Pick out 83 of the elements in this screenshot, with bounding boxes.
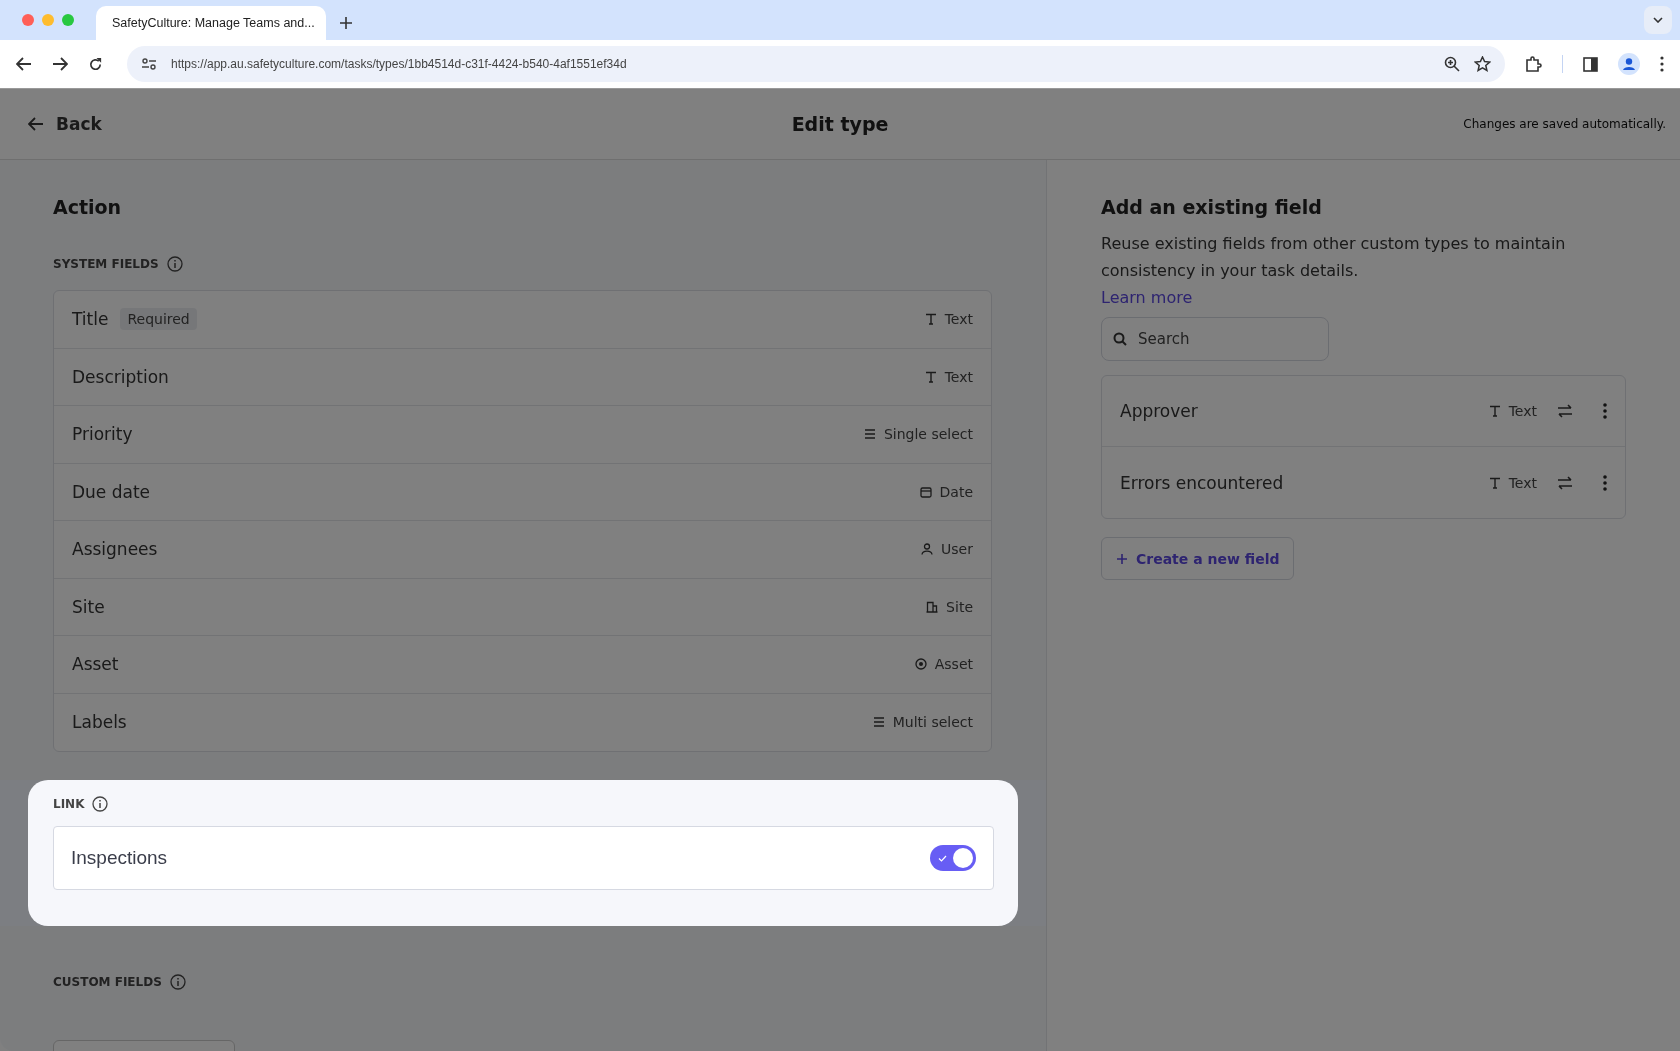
field-row[interactable]: Asset Asset xyxy=(54,636,991,694)
text-type-icon xyxy=(1488,405,1501,417)
search-icon xyxy=(1113,332,1127,346)
field-type: Date xyxy=(939,483,973,500)
more-icon[interactable] xyxy=(1603,474,1607,491)
link-name: Inspections xyxy=(71,847,168,869)
user-icon xyxy=(921,543,934,556)
field-name: Labels xyxy=(72,712,127,733)
plus-icon xyxy=(1116,552,1128,565)
field-name: Asset xyxy=(72,654,119,675)
calendar-icon xyxy=(919,485,932,498)
menu-icon[interactable] xyxy=(1660,56,1664,72)
save-status: Changes are saved automatically. xyxy=(1463,117,1666,131)
browser-tab[interactable]: SafetyCulture: Manage Teams and... xyxy=(96,6,326,40)
check-icon xyxy=(938,855,947,862)
field-row[interactable]: Site Site xyxy=(54,578,991,636)
tab-title: SafetyCulture: Manage Teams and... xyxy=(112,16,315,30)
side-panel-icon[interactable] xyxy=(1583,56,1598,72)
url-text: https://app.au.safetyculture.com/tasks/types/1bb4514d-c31f-4424-b540-4af1551ef34d xyxy=(171,57,627,71)
text-type-icon xyxy=(924,370,937,383)
field-type: Text xyxy=(944,311,973,328)
asset-icon xyxy=(914,658,927,671)
arrow-left-icon xyxy=(28,117,44,131)
section-heading: Action xyxy=(53,196,123,218)
section-label: CUSTOM FIELDS xyxy=(53,975,162,989)
field-name: Title xyxy=(72,309,109,330)
field-type: Asset xyxy=(934,656,973,673)
field-type: Site xyxy=(946,598,973,615)
section-label: LINK xyxy=(53,797,85,811)
forward-icon[interactable] xyxy=(52,57,68,71)
tab-search-button[interactable] xyxy=(1644,6,1672,34)
field-row[interactable]: Approver Text xyxy=(1102,376,1625,447)
more-icon[interactable] xyxy=(1603,403,1607,419)
field-name: Approver xyxy=(1120,401,1198,421)
field-row[interactable]: Priority Single select xyxy=(54,406,991,464)
swap-icon[interactable] xyxy=(1557,475,1573,490)
profile-avatar-icon[interactable] xyxy=(1618,53,1640,75)
description-text: Reuse existing fields from other custom types to maintain consistency in your task details. xyxy=(1101,233,1567,282)
field-row[interactable]: Due date Date xyxy=(54,463,991,521)
zoom-icon[interactable] xyxy=(1444,56,1460,72)
swap-icon[interactable] xyxy=(1557,404,1573,418)
back-link[interactable]: Back xyxy=(28,114,102,134)
page-title: Edit type xyxy=(791,113,889,135)
field-type: Text xyxy=(944,368,973,385)
building-icon xyxy=(926,600,939,613)
new-tab-icon[interactable] xyxy=(340,17,352,29)
field-row[interactable]: Labels Multi select xyxy=(54,693,991,751)
create-field-button[interactable]: Create a new field xyxy=(1101,537,1295,580)
field-name: Description xyxy=(72,366,169,387)
learn-more-link[interactable]: Learn more xyxy=(1101,288,1193,307)
toggle-switch[interactable] xyxy=(930,845,976,871)
field-name: Errors encountered xyxy=(1120,472,1284,493)
search-field[interactable]: Search xyxy=(1101,317,1329,361)
address-bar[interactable]: https://app.au.safetyculture.com/tasks/types/1bb4514d-c31f-4424-b540-4af1551ef34d xyxy=(127,46,1505,82)
field-row[interactable]: Description Text xyxy=(54,348,991,406)
field-row[interactable]: Assignees User xyxy=(54,521,991,579)
field-row[interactable]: Errors encountered Text xyxy=(1102,447,1625,518)
field-type: Text xyxy=(1508,474,1537,491)
reload-icon[interactable] xyxy=(88,56,103,72)
section-label: SYSTEM FIELDS xyxy=(53,257,159,271)
extensions-icon[interactable] xyxy=(1525,55,1542,73)
field-type: Text xyxy=(1508,403,1537,419)
list-icon xyxy=(872,716,885,729)
field-name: Priority xyxy=(72,424,133,445)
list-icon xyxy=(863,428,876,441)
required-badge: Required xyxy=(120,308,197,331)
field-name: Site xyxy=(72,596,105,617)
site-settings-icon[interactable] xyxy=(141,57,157,71)
info-icon[interactable] xyxy=(169,974,186,990)
text-type-icon xyxy=(924,313,937,326)
info-icon[interactable] xyxy=(166,256,183,272)
chevron-down-icon xyxy=(1653,17,1663,23)
text-type-icon xyxy=(1488,476,1501,489)
field-type: Single select xyxy=(883,426,973,443)
field-type: User xyxy=(941,541,973,558)
field-type: Multi select xyxy=(892,714,973,731)
info-icon[interactable] xyxy=(92,796,109,812)
bookmark-star-icon[interactable] xyxy=(1474,56,1491,72)
section-heading: Add an existing field xyxy=(1101,196,1322,218)
field-name: Due date xyxy=(72,481,151,502)
field-name: Assignees xyxy=(72,539,158,560)
field-row[interactable]: Title Required Text xyxy=(54,291,991,349)
back-icon[interactable] xyxy=(16,57,32,71)
